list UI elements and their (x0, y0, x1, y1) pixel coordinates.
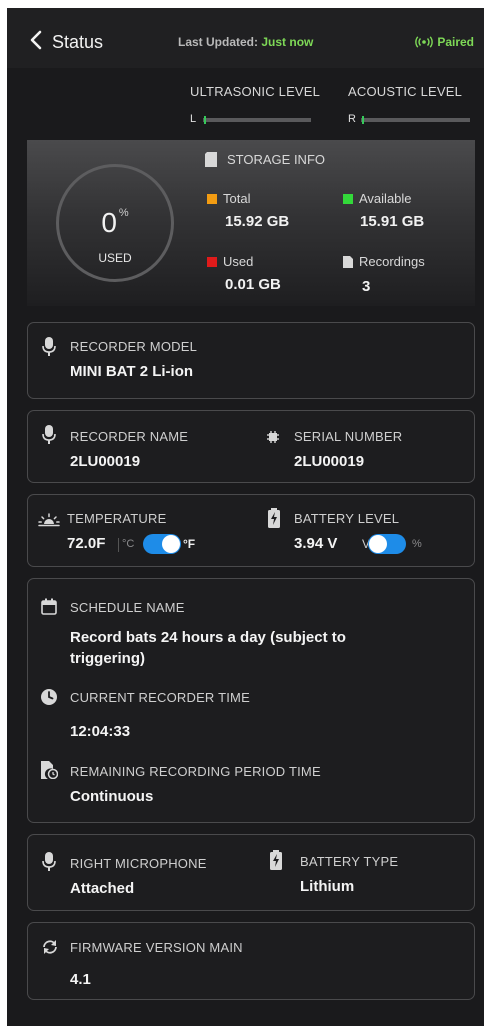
paired-label: Paired (437, 35, 474, 49)
schedule-card: SCHEDULE NAME Record bats 24 hours a day… (27, 578, 475, 823)
paired-status: Paired (415, 35, 474, 49)
sd-card-icon (205, 152, 217, 167)
current-recorder-time-value: 12:04:33 (70, 723, 131, 740)
storage-available-value: 15.91 GB (360, 213, 425, 230)
percent-unit-label: % (412, 538, 422, 550)
sun-horizon-icon (38, 513, 60, 527)
clock-icon (41, 689, 57, 705)
last-updated-value: Just now (261, 35, 314, 49)
back-chevron-icon[interactable] (29, 30, 43, 50)
storage-used-caption: USED (98, 251, 132, 265)
ultrasonic-level-meter (203, 118, 311, 122)
firmware-card: FIRMWARE VERSION MAIN 4.1 (27, 922, 475, 1000)
ultrasonic-level-indicator (204, 116, 206, 124)
fahrenheit-unit-label: °F (183, 537, 196, 551)
temperature-label: TEMPERATURE (67, 511, 167, 526)
storage-used-value: 0.01 GB (225, 276, 281, 293)
storage-used-label: Used (207, 254, 253, 269)
unit-divider (118, 538, 119, 552)
broadcast-icon (415, 36, 434, 48)
microphone-icon (42, 425, 56, 444)
temperature-value: 72.0F (67, 535, 106, 552)
recorder-model-value: MINI BAT 2 Li-ion (70, 363, 194, 380)
battery-type-value: Lithium (300, 878, 355, 895)
storage-info-heading: STORAGE INFO (205, 152, 325, 167)
current-recorder-time-label: CURRENT RECORDER TIME (70, 690, 250, 705)
file-clock-icon (41, 761, 58, 779)
storage-available-label: Available (343, 191, 412, 206)
right-microphone-value: Attached (70, 880, 135, 897)
recorder-model-card: RECORDER MODEL MINI BAT 2 Li-ion (27, 322, 475, 399)
last-updated: Last Updated: Just now (178, 35, 313, 49)
microphone-battery-card: RIGHT MICROPHONE Attached BATTERY TYPE L… (27, 834, 475, 911)
battery-charging-icon (268, 508, 280, 528)
temperature-unit-toggle[interactable] (143, 534, 181, 554)
battery-level-label: BATTERY LEVEL (294, 511, 400, 526)
remaining-period-label: REMAINING RECORDING PERIOD TIME (70, 764, 321, 779)
back-button-label[interactable]: Status (52, 32, 103, 53)
firmware-version-value: 4.1 (70, 971, 91, 988)
storage-recordings-value: 3 (362, 278, 371, 295)
storage-info-panel: 0% USED STORAGE INFO Total 15.92 GB Avai… (27, 140, 475, 306)
sync-icon (43, 940, 57, 954)
battery-charging-icon (270, 850, 282, 870)
recorder-model-label: RECORDER MODEL (70, 339, 198, 354)
status-screen: Status Last Updated: Just now Paired ULT… (7, 8, 484, 1026)
toggle-knob (369, 535, 387, 553)
schedule-name-value-line2: triggering) (70, 650, 145, 667)
firmware-version-label: FIRMWARE VERSION MAIN (70, 940, 243, 955)
toggle-knob (162, 535, 180, 553)
total-color-swatch (207, 193, 217, 204)
chip-icon (267, 431, 279, 443)
recorder-name-label: RECORDER NAME (70, 429, 189, 444)
storage-total-value: 15.92 GB (225, 213, 290, 230)
header-bar: Status Last Updated: Just now Paired (7, 8, 484, 68)
remaining-period-value: Continuous (70, 788, 154, 805)
storage-used-ring: 0% USED (56, 164, 174, 282)
calendar-icon (41, 598, 57, 615)
microphone-icon (42, 852, 56, 871)
file-icon (343, 255, 353, 268)
last-updated-label: Last Updated: (178, 35, 259, 49)
acoustic-level-indicator (362, 116, 364, 124)
ultrasonic-channel: L (190, 113, 197, 125)
ultrasonic-level-label: ULTRASONIC LEVEL (190, 84, 321, 99)
available-color-swatch (343, 193, 353, 204)
right-microphone-label: RIGHT MICROPHONE (70, 856, 207, 871)
recorder-name-value: 2LU00019 (70, 453, 141, 470)
serial-number-label: SERIAL NUMBER (294, 429, 403, 444)
microphone-icon (42, 337, 56, 356)
battery-level-value: 3.94 V (294, 535, 338, 552)
celsius-unit-label: °C (122, 538, 135, 550)
battery-unit-toggle[interactable] (368, 534, 406, 554)
schedule-name-value-line1: Record bats 24 hours a day (subject to (70, 629, 346, 646)
battery-type-label: BATTERY TYPE (300, 854, 399, 869)
storage-used-percent: 0% (101, 207, 129, 238)
temperature-battery-card: TEMPERATURE 72.0F °C °F BATTERY LEVEL 3.… (27, 494, 475, 567)
storage-recordings-label: Recordings (343, 254, 425, 269)
acoustic-level-meter (361, 118, 470, 122)
used-color-swatch (207, 256, 217, 267)
recorder-name-card: RECORDER NAME 2LU00019 SERIAL NUMBER 2LU… (27, 410, 475, 483)
schedule-name-label: SCHEDULE NAME (70, 600, 185, 615)
serial-number-value: 2LU00019 (294, 453, 365, 470)
acoustic-channel: R (348, 113, 356, 125)
acoustic-level-label: ACOUSTIC LEVEL (348, 84, 463, 99)
storage-total-label: Total (207, 191, 250, 206)
